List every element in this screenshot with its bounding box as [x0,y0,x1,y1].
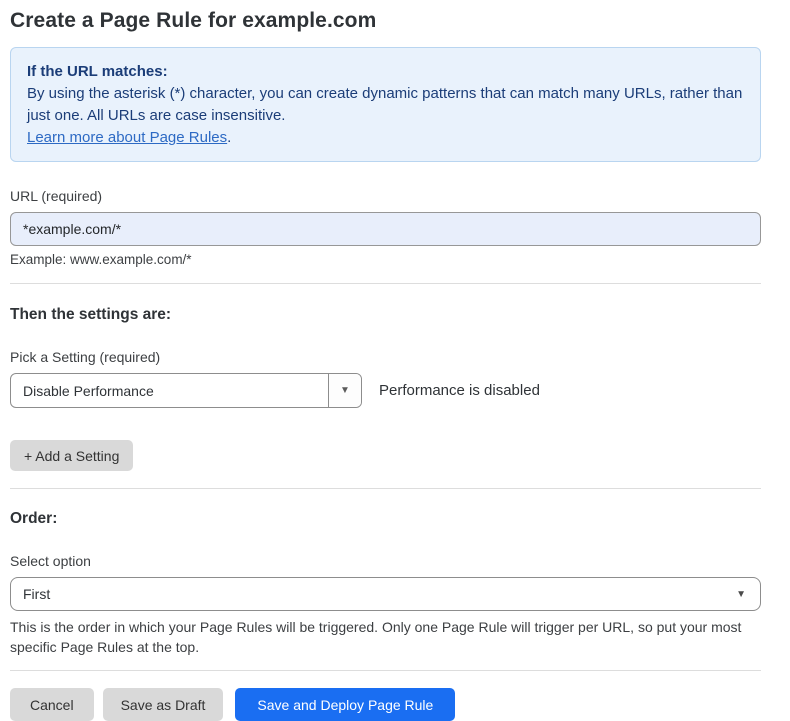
setting-dropdown-button[interactable]: ▼ [328,374,361,407]
section-divider [10,670,761,671]
learn-more-link[interactable]: Learn more about Page Rules [27,129,227,146]
setting-dropdown-value: Disable Performance [11,374,328,407]
url-match-info-box: If the URL matches: By using the asteris… [10,47,761,162]
save-as-draft-button[interactable]: Save as Draft [103,688,224,721]
info-box-link-line: Learn more about Page Rules. [27,127,744,149]
settings-section-heading: Then the settings are: [10,306,761,324]
url-field-label: URL (required) [10,188,761,204]
order-select-label: Select option [10,553,761,569]
add-setting-button[interactable]: + Add a Setting [10,440,133,471]
pick-setting-label: Pick a Setting (required) [10,349,761,365]
section-divider [10,488,761,489]
order-dropdown[interactable]: First ▼ [10,577,761,611]
save-and-deploy-button[interactable]: Save and Deploy Page Rule [235,688,455,721]
page-rule-form: Create a Page Rule for example.com If th… [10,0,761,721]
order-dropdown-value: First [23,586,50,602]
chevron-down-icon: ▼ [736,589,748,600]
setting-status-text: Performance is disabled [379,382,540,399]
url-example-text: Example: www.example.com/* [10,252,761,267]
setting-dropdown[interactable]: Disable Performance ▼ [10,373,362,408]
page-title: Create a Page Rule for example.com [10,9,761,33]
footer-actions: Cancel Save as Draft Save and Deploy Pag… [10,688,761,721]
url-input[interactable] [10,212,761,246]
chevron-down-icon: ▼ [340,385,350,396]
setting-row: Disable Performance ▼ Performance is dis… [10,373,761,408]
info-box-body: By using the asterisk (*) character, you… [27,83,744,127]
cancel-button[interactable]: Cancel [10,688,94,721]
section-divider [10,283,761,284]
order-help-text: This is the order in which your Page Rul… [10,617,755,657]
order-section-heading: Order: [10,510,761,528]
info-box-heading: If the URL matches: [27,61,744,83]
link-suffix: . [227,129,231,146]
